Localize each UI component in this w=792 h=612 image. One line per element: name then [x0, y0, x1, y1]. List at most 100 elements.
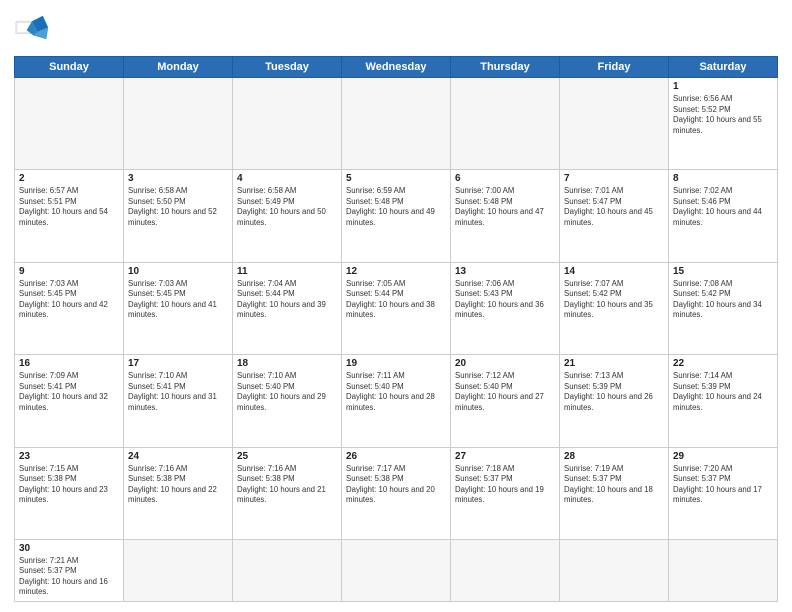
table-row: 17 Sunrise: 7:10 AMSunset: 5:41 PMDayligh…: [124, 355, 233, 447]
table-row: 26Sunrise: 7:17 AMSunset: 5:38 PMDayligh…: [342, 447, 451, 539]
col-sunday: Sunday: [15, 57, 124, 78]
table-row: [124, 78, 233, 170]
table-row: [15, 78, 124, 170]
day-number: 8: [673, 173, 773, 184]
table-row: 20 Sunrise: 7:12 AMSunset: 5:40 PMDayligh…: [451, 355, 560, 447]
day-info: Sunrise: 7:07 AMSunset: 5:42 PMDaylight:…: [564, 279, 664, 321]
day-info: Sunrise: 7:12 AMSunset: 5:40 PMDaylight:…: [455, 371, 555, 413]
day-number: 12: [346, 266, 446, 277]
day-number: 3: [128, 173, 228, 184]
table-row: [451, 78, 560, 170]
day-info: Sunrise: 7:17 AMSunset: 5:38 PMDaylight:…: [346, 464, 446, 506]
col-friday: Friday: [560, 57, 669, 78]
day-info: Sunrise: 6:57 AMSunset: 5:51 PMDaylight:…: [19, 186, 119, 228]
day-number: 1: [673, 81, 773, 92]
table-row: 25Sunrise: 7:16 AMSunset: 5:38 PMDayligh…: [233, 447, 342, 539]
day-info: Sunrise: 7:15 AMSunset: 5:38 PMDaylight:…: [19, 464, 119, 506]
day-info: Sunrise: 7:03 AMSunset: 5:45 PMDaylight:…: [19, 279, 119, 321]
table-row: [124, 539, 233, 601]
header: [14, 10, 778, 50]
table-row: 22 Sunrise: 7:14 AMSunset: 5:39 PMDayligh…: [669, 355, 778, 447]
table-row: 18 Sunrise: 7:10 AMSunset: 5:40 PMDayligh…: [233, 355, 342, 447]
day-number: 29: [673, 451, 773, 462]
day-number: 16: [19, 358, 119, 369]
table-row: 1 Sunrise: 6:56 AMSunset: 5:52 PMDaylight…: [669, 78, 778, 170]
table-row: [233, 78, 342, 170]
table-row: 2 Sunrise: 6:57 AMSunset: 5:51 PMDaylight…: [15, 170, 124, 262]
calendar-week-row: 30Sunrise: 7:21 AMSunset: 5:37 PMDayligh…: [15, 539, 778, 601]
day-number: 21: [564, 358, 664, 369]
table-row: [342, 539, 451, 601]
calendar-header-row: Sunday Monday Tuesday Wednesday Thursday…: [15, 57, 778, 78]
day-info: Sunrise: 7:08 AMSunset: 5:42 PMDaylight:…: [673, 279, 773, 321]
day-info: Sunrise: 7:06 AMSunset: 5:43 PMDaylight:…: [455, 279, 555, 321]
table-row: 4 Sunrise: 6:58 AMSunset: 5:49 PMDaylight…: [233, 170, 342, 262]
day-info: Sunrise: 7:20 AMSunset: 5:37 PMDaylight:…: [673, 464, 773, 506]
table-row: [451, 539, 560, 601]
table-row: [560, 78, 669, 170]
table-row: [669, 539, 778, 601]
table-row: 3 Sunrise: 6:58 AMSunset: 5:50 PMDaylight…: [124, 170, 233, 262]
table-row: 23 Sunrise: 7:15 AMSunset: 5:38 PMDayligh…: [15, 447, 124, 539]
day-number: 7: [564, 173, 664, 184]
table-row: 27Sunrise: 7:18 AMSunset: 5:37 PMDayligh…: [451, 447, 560, 539]
day-info: Sunrise: 7:14 AMSunset: 5:39 PMDaylight:…: [673, 371, 773, 413]
day-number: 30: [19, 543, 119, 554]
calendar-week-row: 2 Sunrise: 6:57 AMSunset: 5:51 PMDaylight…: [15, 170, 778, 262]
col-tuesday: Tuesday: [233, 57, 342, 78]
calendar-week-row: 9 Sunrise: 7:03 AMSunset: 5:45 PMDaylight…: [15, 262, 778, 354]
col-wednesday: Wednesday: [342, 57, 451, 78]
day-number: 19: [346, 358, 446, 369]
day-number: 28: [564, 451, 664, 462]
table-row: 19 Sunrise: 7:11 AMSunset: 5:40 PMDayligh…: [342, 355, 451, 447]
day-number: 14: [564, 266, 664, 277]
logo-icon: [14, 14, 50, 50]
day-info: Sunrise: 7:11 AMSunset: 5:40 PMDaylight:…: [346, 371, 446, 413]
day-info: Sunrise: 6:56 AMSunset: 5:52 PMDaylight:…: [673, 94, 773, 136]
table-row: 28 Sunrise: 7:19 AMSunset: 5:37 PMDayligh…: [560, 447, 669, 539]
table-row: 15 Sunrise: 7:08 AMSunset: 5:42 PMDayligh…: [669, 262, 778, 354]
table-row: 29 Sunrise: 7:20 AMSunset: 5:37 PMDayligh…: [669, 447, 778, 539]
table-row: 9 Sunrise: 7:03 AMSunset: 5:45 PMDaylight…: [15, 262, 124, 354]
day-info: Sunrise: 7:01 AMSunset: 5:47 PMDaylight:…: [564, 186, 664, 228]
day-info: Sunrise: 7:10 AMSunset: 5:41 PMDaylight:…: [128, 371, 228, 413]
day-number: 10: [128, 266, 228, 277]
table-row: 11Sunrise: 7:04 AMSunset: 5:44 PMDayligh…: [233, 262, 342, 354]
day-number: 17: [128, 358, 228, 369]
day-number: 13: [455, 266, 555, 277]
day-info: Sunrise: 7:16 AMSunset: 5:38 PMDaylight:…: [128, 464, 228, 506]
day-number: 23: [19, 451, 119, 462]
day-info: Sunrise: 7:03 AMSunset: 5:45 PMDaylight:…: [128, 279, 228, 321]
day-number: 25: [237, 451, 337, 462]
calendar-page: Sunday Monday Tuesday Wednesday Thursday…: [0, 0, 792, 612]
day-info: Sunrise: 7:18 AMSunset: 5:37 PMDaylight:…: [455, 464, 555, 506]
col-saturday: Saturday: [669, 57, 778, 78]
table-row: 21Sunrise: 7:13 AMSunset: 5:39 PMDayligh…: [560, 355, 669, 447]
day-info: Sunrise: 7:00 AMSunset: 5:48 PMDaylight:…: [455, 186, 555, 228]
table-row: 12Sunrise: 7:05 AMSunset: 5:44 PMDayligh…: [342, 262, 451, 354]
day-number: 18: [237, 358, 337, 369]
day-info: Sunrise: 6:58 AMSunset: 5:50 PMDaylight:…: [128, 186, 228, 228]
day-info: Sunrise: 7:19 AMSunset: 5:37 PMDaylight:…: [564, 464, 664, 506]
day-info: Sunrise: 7:09 AMSunset: 5:41 PMDaylight:…: [19, 371, 119, 413]
table-row: 24 Sunrise: 7:16 AMSunset: 5:38 PMDayligh…: [124, 447, 233, 539]
table-row: 7 Sunrise: 7:01 AMSunset: 5:47 PMDaylight…: [560, 170, 669, 262]
table-row: 14 Sunrise: 7:07 AMSunset: 5:42 PMDayligh…: [560, 262, 669, 354]
day-number: 22: [673, 358, 773, 369]
day-number: 4: [237, 173, 337, 184]
day-number: 20: [455, 358, 555, 369]
day-number: 2: [19, 173, 119, 184]
day-number: 9: [19, 266, 119, 277]
day-number: 24: [128, 451, 228, 462]
col-monday: Monday: [124, 57, 233, 78]
day-info: Sunrise: 7:04 AMSunset: 5:44 PMDaylight:…: [237, 279, 337, 321]
col-thursday: Thursday: [451, 57, 560, 78]
day-info: Sunrise: 6:58 AMSunset: 5:49 PMDaylight:…: [237, 186, 337, 228]
day-info: Sunrise: 6:59 AMSunset: 5:48 PMDaylight:…: [346, 186, 446, 228]
day-number: 15: [673, 266, 773, 277]
table-row: [342, 78, 451, 170]
day-number: 6: [455, 173, 555, 184]
logo: [14, 14, 54, 50]
calendar-week-row: 1 Sunrise: 6:56 AMSunset: 5:52 PMDaylight…: [15, 78, 778, 170]
day-info: Sunrise: 7:10 AMSunset: 5:40 PMDaylight:…: [237, 371, 337, 413]
